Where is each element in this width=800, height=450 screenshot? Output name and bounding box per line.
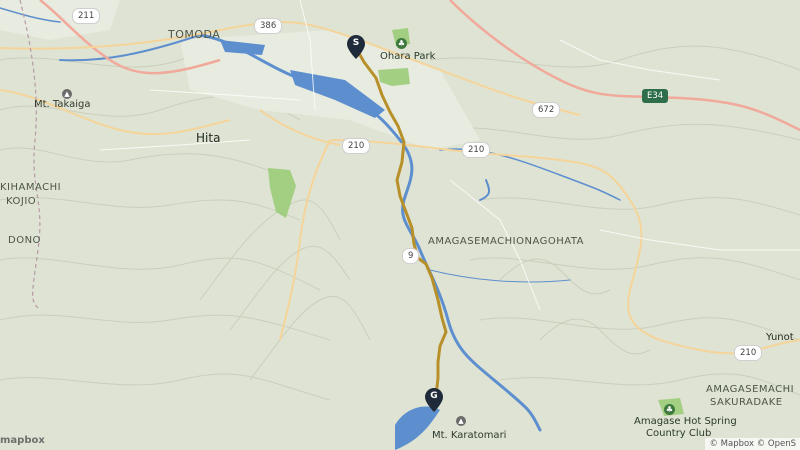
place-label: SAKURADAKE xyxy=(710,397,783,408)
admin-boundary xyxy=(19,0,41,311)
start-pin-icon[interactable]: S xyxy=(347,35,365,59)
place-label: DONO xyxy=(8,235,41,246)
mountain-icon: ▲ xyxy=(62,89,72,99)
goal-marker-label: G xyxy=(430,391,438,401)
mountain-icon: ▲ xyxy=(456,416,466,426)
town-label: Hita xyxy=(196,131,221,145)
map-base-layer xyxy=(0,0,800,450)
start-marker-label: S xyxy=(352,38,360,48)
place-label: KIHAMACHI xyxy=(0,182,62,193)
road-shield: 210 xyxy=(342,138,371,154)
road-shield: E34 xyxy=(642,89,669,103)
place-label: KOJIO xyxy=(6,196,37,207)
park-label: Ohara Park xyxy=(380,51,436,62)
road-shield: 210 xyxy=(734,345,763,361)
map-attribution[interactable]: © Mapbox © OpenS xyxy=(705,438,800,450)
road-shield: 672 xyxy=(532,102,561,118)
place-label: TOMODA xyxy=(168,28,221,41)
goal-pin-icon[interactable]: G xyxy=(425,388,443,412)
road-shield: 9 xyxy=(402,248,420,264)
road-shield: 386 xyxy=(254,18,283,34)
park-label: Amagase Hot Spring xyxy=(634,416,737,427)
map-view[interactable]: TOMODA Hita KIHAMACHI KOJIO DONO AMAGASE… xyxy=(0,0,800,450)
place-label: AMAGASEMACHIONAGOHATA xyxy=(428,236,585,247)
road-shield: 210 xyxy=(462,142,491,158)
mountain-label: Mt. Takaiga xyxy=(34,99,91,110)
park-label: Country Club xyxy=(646,428,712,439)
place-label: AMAGASEMACHI xyxy=(706,384,795,395)
road-shield: 211 xyxy=(72,8,101,24)
place-label: Yunot xyxy=(766,332,794,343)
mapbox-logo[interactable]: mapbox xyxy=(0,435,45,446)
mountain-label: Mt. Karatomari xyxy=(432,430,507,441)
park-icon: ♣ xyxy=(396,38,407,49)
park-icon: ♣ xyxy=(664,404,675,415)
